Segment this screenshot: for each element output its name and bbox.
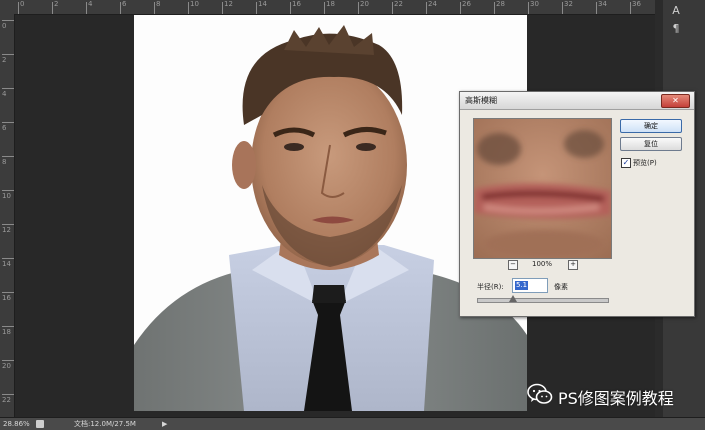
ruler-tick xyxy=(154,2,155,14)
ruler-tick xyxy=(2,258,14,259)
ruler-tick xyxy=(528,2,529,14)
dialog-titlebar[interactable]: 高斯模糊 ✕ xyxy=(460,92,694,110)
ruler-tick xyxy=(2,394,14,395)
ruler-tick xyxy=(86,2,87,14)
top-ruler: 0 2 4 6 8 10 12 14 16 18 20 22 24 26 28 30 32 34 36 xyxy=(0,0,655,15)
ruler-tick-label: 32 xyxy=(564,0,573,8)
ruler-tick xyxy=(2,326,14,327)
preview-checkbox[interactable]: ✓ xyxy=(621,158,631,168)
blur-preview[interactable] xyxy=(473,118,612,259)
status-menu-arrow-icon[interactable]: ▶ xyxy=(162,418,167,430)
paragraph-panel-icon[interactable]: ¶ xyxy=(669,22,683,36)
ruler-tick xyxy=(120,2,121,14)
ruler-tick-label: 12 xyxy=(2,226,11,234)
radius-slider-thumb[interactable] xyxy=(509,295,517,302)
ruler-tick xyxy=(188,2,189,14)
ruler-tick xyxy=(2,292,14,293)
ruler-tick-label: 8 xyxy=(156,0,161,8)
status-info-icon[interactable] xyxy=(36,420,44,428)
gaussian-blur-dialog: 高斯模糊 ✕ − 100% + 确定 复位 ✓ 预览(P) 半径(R): 5.1… xyxy=(459,91,695,317)
ruler-tick-label: 14 xyxy=(2,260,11,268)
ruler-tick xyxy=(392,2,393,14)
ruler-tick-label: 2 xyxy=(54,0,59,8)
document-info: 文档:12.0M/27.5M xyxy=(74,420,136,428)
ruler-tick xyxy=(2,54,14,55)
ruler-tick xyxy=(460,2,461,14)
preview-zoom-level: 100% xyxy=(532,260,553,268)
ruler-tick-label: 4 xyxy=(88,0,93,8)
ruler-tick xyxy=(2,190,14,191)
ruler-tick xyxy=(52,2,53,14)
zoom-out-button[interactable]: − xyxy=(508,260,518,270)
ruler-tick-label: 22 xyxy=(2,396,11,404)
ruler-tick-label: 18 xyxy=(2,328,11,336)
close-button[interactable]: ✕ xyxy=(661,94,690,108)
character-panel-icon[interactable]: A xyxy=(669,4,683,18)
ruler-tick-label: 20 xyxy=(2,362,11,370)
ruler-tick xyxy=(2,156,14,157)
ruler-tick xyxy=(630,2,631,14)
ruler-tick-label: 0 xyxy=(20,0,25,8)
ruler-tick-label: 16 xyxy=(2,294,11,302)
ruler-tick-label: 0 xyxy=(2,22,7,30)
ruler-tick xyxy=(562,2,563,14)
ruler-tick xyxy=(596,2,597,14)
radius-value: 5.1 xyxy=(515,281,529,290)
wechat-icon xyxy=(527,383,553,404)
ruler-tick-label: 24 xyxy=(428,0,437,8)
ruler-tick-label: 20 xyxy=(360,0,369,8)
ruler-tick xyxy=(2,224,14,225)
ruler-tick-label: 18 xyxy=(326,0,335,8)
ruler-tick-label: 12 xyxy=(224,0,233,8)
ok-button[interactable]: 确定 xyxy=(620,119,682,133)
left-ruler: 0 2 4 6 8 10 12 14 16 18 20 22 xyxy=(0,14,15,417)
ruler-tick-label: 30 xyxy=(530,0,539,8)
ruler-tick xyxy=(256,2,257,14)
ruler-tick xyxy=(494,2,495,14)
ruler-tick xyxy=(2,122,14,123)
ruler-tick-label: 6 xyxy=(122,0,127,8)
ruler-tick xyxy=(18,2,19,14)
radius-label: 半径(R): xyxy=(477,283,504,291)
ruler-tick xyxy=(290,2,291,14)
status-bar: 28.86% 文档:12.0M/27.5M ▶ xyxy=(0,417,705,430)
ruler-tick-label: 22 xyxy=(394,0,403,8)
ruler-tick-label: 28 xyxy=(496,0,505,8)
ruler-tick-label: 34 xyxy=(598,0,607,8)
preview-checkbox-label[interactable]: 预览(P) xyxy=(633,158,657,168)
ruler-tick-label: 8 xyxy=(2,158,7,166)
ruler-tick-label: 2 xyxy=(2,56,7,64)
ruler-tick xyxy=(358,2,359,14)
radius-slider-track[interactable] xyxy=(477,298,609,303)
radius-unit-label: 像素 xyxy=(554,283,568,291)
zoom-in-button[interactable]: + xyxy=(568,260,578,270)
ruler-tick-label: 10 xyxy=(2,192,11,200)
ruler-tick xyxy=(222,2,223,14)
dialog-title: 高斯模糊 xyxy=(465,96,497,105)
ruler-tick xyxy=(2,88,14,89)
ruler-tick-label: 10 xyxy=(190,0,199,8)
reset-button[interactable]: 复位 xyxy=(620,137,682,151)
ruler-tick-label: 4 xyxy=(2,90,7,98)
radius-input[interactable]: 5.1 xyxy=(512,278,548,293)
watermark-text: PS修图案例教程 xyxy=(558,389,674,408)
ruler-tick xyxy=(324,2,325,14)
ruler-tick xyxy=(2,360,14,361)
ruler-tick-label: 14 xyxy=(258,0,267,8)
ruler-tick xyxy=(2,20,14,21)
ruler-tick-label: 36 xyxy=(632,0,641,8)
ruler-tick-label: 16 xyxy=(292,0,301,8)
ruler-tick-label: 6 xyxy=(2,124,7,132)
zoom-readout[interactable]: 28.86% xyxy=(3,418,30,430)
ruler-tick-label: 26 xyxy=(462,0,471,8)
ruler-tick xyxy=(426,2,427,14)
